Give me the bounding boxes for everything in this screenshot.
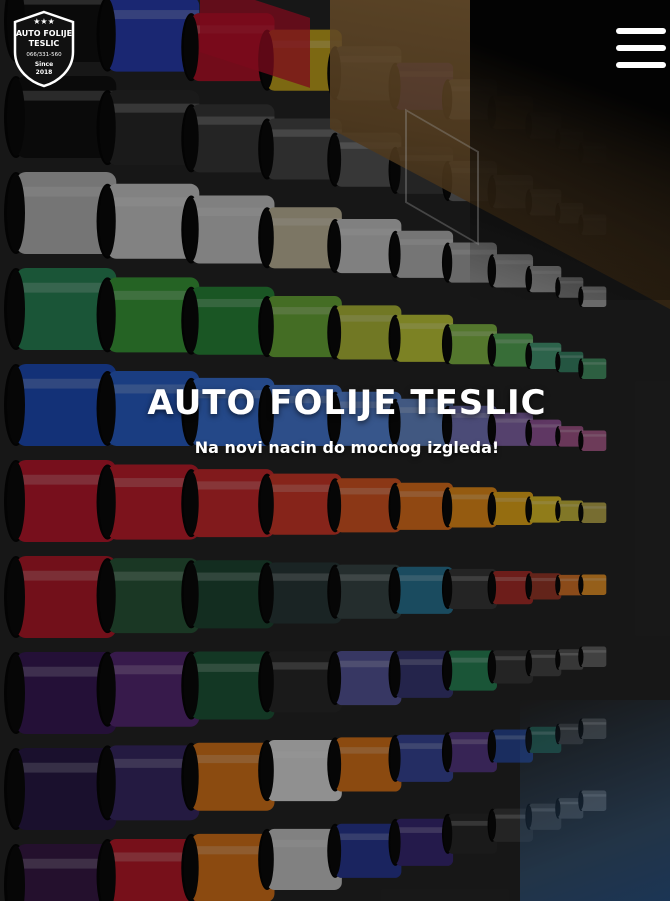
logo-line2: TESLIC [29, 39, 60, 48]
logo-phone: 066/331-560 [26, 52, 62, 58]
hamburger-menu-button[interactable] [616, 28, 668, 72]
hamburger-menu-icon [616, 28, 666, 34]
logo-stars: ★★★ [33, 17, 55, 26]
shield-logo-icon: ★★★ AUTO FOLIJE TESLIC 066/331-560 Since… [13, 10, 75, 88]
hero-title: AUTO FOLIJE TESLIC [147, 383, 547, 423]
hero-section: AUTO FOLIJE TESLIC Na novi nacin do mocn… [0, 0, 670, 901]
hero-subtitle: Na novi nacin do mocnog izgleda! [194, 438, 500, 457]
hamburger-menu-icon [616, 45, 666, 51]
logo-line1: AUTO FOLIJE [16, 29, 72, 38]
hamburger-menu-icon [616, 62, 666, 68]
logo-year: 2018 [36, 69, 53, 76]
site-logo[interactable]: ★★★ AUTO FOLIJE TESLIC 066/331-560 Since… [12, 10, 76, 88]
logo-since: Since [35, 61, 53, 68]
